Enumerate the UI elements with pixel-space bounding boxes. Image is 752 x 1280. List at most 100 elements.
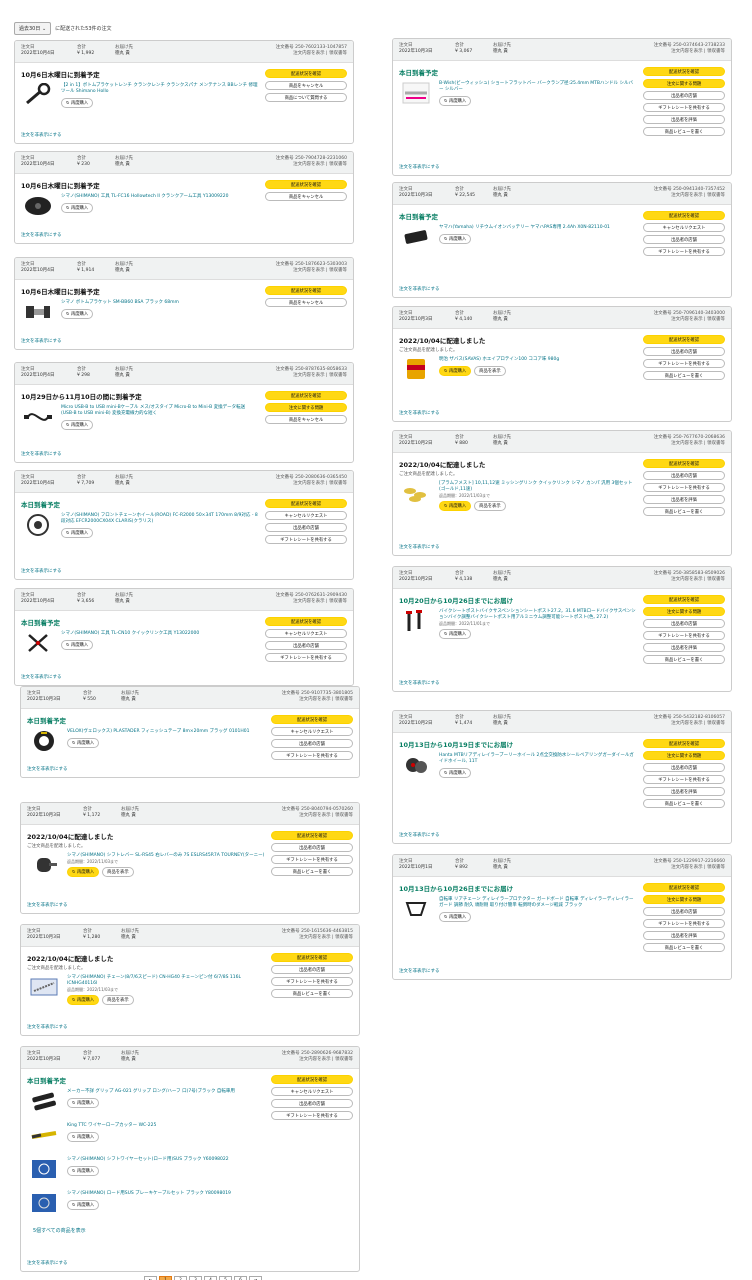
order-action-button[interactable]: 商品レビューを書く <box>643 127 725 136</box>
rebuy-button[interactable]: ↻ 再度購入 <box>67 1200 100 1210</box>
order-action-button[interactable]: 配送状況を確認 <box>265 617 347 626</box>
product-image[interactable] <box>399 481 433 509</box>
rebuy-button[interactable]: ↻ 再度購入 <box>61 528 94 538</box>
product-title-link[interactable]: シマノ ボトムブラケット SM-BB60 BSA ブラック 68mm <box>61 300 179 306</box>
receipt-link[interactable]: 領収書等 <box>335 935 353 940</box>
field-value[interactable]: 徳丸 貴 <box>121 935 139 941</box>
product-title-link[interactable]: シマノ(SHIMANO) ロード用SUS ブレーキケーブルセット ブラック Y8… <box>67 1191 231 1197</box>
order-details-link[interactable]: 注文内容を表示 <box>293 599 325 604</box>
order-action-button[interactable]: ギフトレシートを共有する <box>643 359 725 368</box>
view-item-button[interactable]: 商品を表示 <box>102 867 134 877</box>
hide-order-link[interactable]: 注文を非表示にする <box>399 968 440 974</box>
product-image[interactable] <box>21 82 55 111</box>
rebuy-button[interactable]: ↻ 再度購入 <box>439 366 472 376</box>
product-image[interactable] <box>27 975 61 1003</box>
order-action-button[interactable]: 出品者の店舗 <box>271 965 353 974</box>
order-action-button[interactable]: 出品者の店舗 <box>643 347 725 356</box>
order-action-button[interactable]: 商品レビューを書く <box>271 989 353 998</box>
order-details-link[interactable]: 注文内容を表示 <box>671 441 703 446</box>
field-value[interactable]: 徳丸 貴 <box>115 373 133 379</box>
page-link[interactable]: 6 <box>234 1276 247 1280</box>
hide-order-link[interactable]: 注文を非表示にする <box>399 286 440 292</box>
hide-order-link[interactable]: 注文を非表示にする <box>27 1260 68 1266</box>
product-image[interactable] <box>399 609 433 637</box>
order-action-button[interactable]: 出品者を評価 <box>643 115 725 124</box>
product-image[interactable] <box>21 513 55 541</box>
page-link[interactable]: 5 <box>219 1276 232 1280</box>
product-image[interactable] <box>27 1123 61 1151</box>
order-action-button[interactable]: 商品をキャンセル <box>265 81 347 90</box>
receipt-link[interactable]: 領収書等 <box>329 373 347 378</box>
rebuy-button[interactable]: ↻ 再度購入 <box>61 640 94 650</box>
field-value[interactable]: 徳丸 貴 <box>121 1057 139 1063</box>
order-action-button[interactable]: 商品をキャンセル <box>265 298 347 307</box>
order-action-button[interactable]: 配送状況を確認 <box>271 1075 353 1084</box>
receipt-link[interactable]: 領収書等 <box>707 577 725 582</box>
product-image[interactable] <box>21 405 55 433</box>
hide-order-link[interactable]: 注文を非表示にする <box>21 132 62 138</box>
order-action-button[interactable]: ギフトレシートを共有する <box>265 535 347 544</box>
order-details-link[interactable]: 注文内容を表示 <box>293 162 325 167</box>
field-value[interactable]: 徳丸 貴 <box>115 162 133 168</box>
rebuy-button[interactable]: ↻ 再度購入 <box>67 867 100 877</box>
order-action-button[interactable]: キャンセルリクエスト <box>265 629 347 638</box>
product-title-link[interactable]: [ブラムフメスト] 10,11,12速 ミッシングリンク クイックリンク シマノ… <box>439 481 637 493</box>
order-action-button[interactable]: 出品者の店舗 <box>265 523 347 532</box>
order-action-button[interactable]: 注文に関する問題 <box>643 895 725 904</box>
order-action-button[interactable]: キャンセルリクエスト <box>271 1087 353 1096</box>
product-title-link[interactable]: シマノ(SHIMANO) 工具 TL-CN10 クイックリンク工具 Y13022… <box>61 631 199 637</box>
rebuy-button[interactable]: ↻ 再度購入 <box>67 1132 100 1142</box>
order-action-button[interactable]: 出品者の店舗 <box>643 763 725 772</box>
product-image[interactable] <box>21 194 55 222</box>
product-image[interactable] <box>399 897 433 925</box>
order-action-button[interactable]: 注文に関する問題 <box>643 79 725 88</box>
order-action-button[interactable]: ギフトレシートを共有する <box>271 751 353 760</box>
hide-order-link[interactable]: 注文を非表示にする <box>399 164 440 170</box>
rebuy-button[interactable]: ↻ 再度購入 <box>67 738 100 748</box>
order-action-button[interactable]: 配送状況を確認 <box>643 211 725 220</box>
order-action-button[interactable]: 配送状況を確認 <box>643 459 725 468</box>
order-action-button[interactable]: 商品をキャンセル <box>265 192 347 201</box>
field-value[interactable]: 徳丸 貴 <box>493 441 511 447</box>
order-details-link[interactable]: 注文内容を表示 <box>299 1057 331 1062</box>
order-details-link[interactable]: 注文内容を表示 <box>671 193 703 198</box>
field-value[interactable]: 徳丸 貴 <box>493 49 511 55</box>
order-action-button[interactable]: ギフトレシートを共有する <box>265 653 347 662</box>
rebuy-button[interactable]: ↻ 再度購入 <box>439 912 472 922</box>
order-details-link[interactable]: 注文内容を表示 <box>293 373 325 378</box>
order-action-button[interactable]: 注文に関する問題 <box>265 403 347 412</box>
rebuy-button[interactable]: ↻ 再度購入 <box>61 203 94 213</box>
order-details-link[interactable]: 注文内容を表示 <box>671 721 703 726</box>
view-item-button[interactable]: 商品を表示 <box>474 501 506 511</box>
order-action-button[interactable]: ギフトレシートを共有する <box>271 855 353 864</box>
rebuy-button[interactable]: ↻ 再度購入 <box>439 501 472 511</box>
product-title-link[interactable]: シマノ(SHIMANO) シフトワイヤーセット(ロード用)SUS ブラック Y6… <box>67 1157 229 1163</box>
order-action-button[interactable]: 出品者の店舗 <box>271 739 353 748</box>
product-title-link[interactable]: バイクシートポストバイクサスペンションシートポスト27.2，31.6 MTBロー… <box>439 609 637 621</box>
order-details-link[interactable]: 注文内容を表示 <box>299 813 331 818</box>
order-details-link[interactable]: 注文内容を表示 <box>293 481 325 486</box>
order-action-button[interactable]: キャンセルリクエスト <box>271 727 353 736</box>
page-link[interactable]: 4 <box>204 1276 217 1280</box>
hide-order-link[interactable]: 注文を非表示にする <box>21 232 62 238</box>
hide-order-link[interactable]: 注文を非表示にする <box>27 766 68 772</box>
receipt-link[interactable]: 領収書等 <box>707 865 725 870</box>
order-action-button[interactable]: ギフトレシートを共有する <box>643 483 725 492</box>
product-title-link[interactable]: 明治 ザバス(SAVAS) ホエイプロテイン100 ココア味 980g <box>439 357 559 363</box>
rebuy-button[interactable]: ↻ 再度購入 <box>439 234 472 244</box>
field-value[interactable]: 徳丸 貴 <box>115 599 133 605</box>
rebuy-button[interactable]: ↻ 再度購入 <box>67 1166 100 1176</box>
page-link[interactable]: ← <box>144 1276 157 1280</box>
order-details-link[interactable]: 注文内容を表示 <box>671 317 703 322</box>
field-value[interactable]: 徳丸 貴 <box>493 193 511 199</box>
product-image[interactable] <box>21 300 55 328</box>
hide-order-link[interactable]: 注文を非表示にする <box>399 410 440 416</box>
receipt-link[interactable]: 領収書等 <box>335 1057 353 1062</box>
receipt-link[interactable]: 領収書等 <box>329 51 347 56</box>
order-action-button[interactable]: 配送状況を確認 <box>643 67 725 76</box>
show-all-items-link[interactable]: 5個すべての商品を表示 <box>33 1227 265 1234</box>
order-action-button[interactable]: 配送状況を確認 <box>643 883 725 892</box>
field-value[interactable]: 徳丸 貴 <box>115 268 133 274</box>
order-details-link[interactable]: 注文内容を表示 <box>671 577 703 582</box>
product-title-link[interactable]: Micro USB-B to USB mini-Bケーブル メス/オスタイプ M… <box>61 405 259 417</box>
